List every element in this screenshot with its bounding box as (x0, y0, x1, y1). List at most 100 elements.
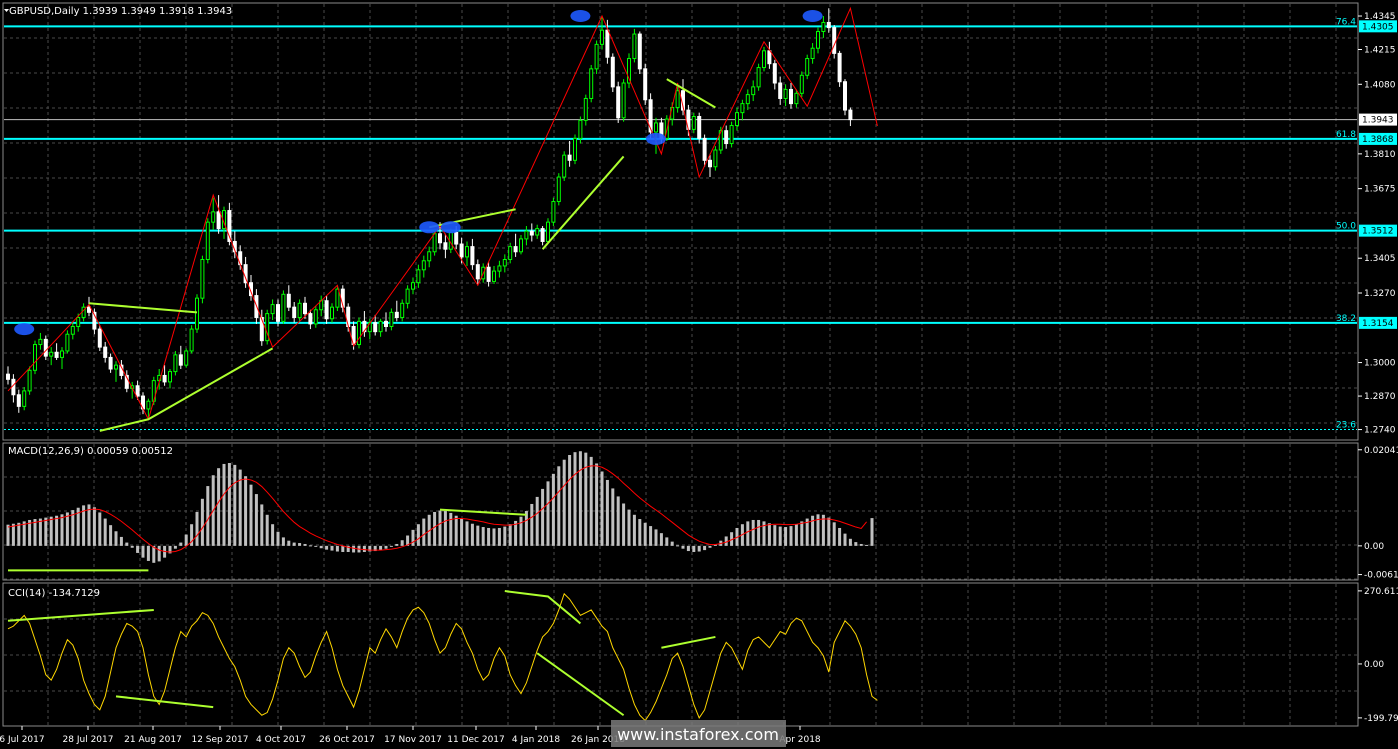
candle-body (616, 86, 621, 119)
candle-body (70, 325, 75, 335)
macd-bar (325, 545, 329, 550)
macd-bar (92, 507, 96, 546)
price-tick-label: 1.3810 (1364, 150, 1396, 160)
candle-body (486, 266, 491, 282)
candle-body (335, 288, 340, 308)
candle-body (281, 293, 286, 322)
macd-bar (686, 545, 690, 552)
level-marker (14, 323, 35, 336)
macd-bar (416, 524, 420, 546)
macd-bar (573, 452, 577, 546)
macd-bar (578, 451, 582, 546)
candle-body (11, 378, 16, 396)
candle-body (459, 243, 464, 258)
candle-body (637, 33, 642, 70)
time-tick-label: 28 Jul 2017 (63, 735, 114, 745)
candle-body (675, 90, 680, 108)
macd-bar (38, 518, 42, 546)
candle-body (702, 137, 707, 161)
candle-body (735, 112, 739, 127)
candle-body (38, 338, 43, 346)
cci-tick-label: 270.611 (1364, 587, 1398, 597)
macd-bar (368, 545, 372, 552)
macd-bar (384, 545, 388, 549)
macd-bar (152, 545, 156, 563)
candle-body (168, 371, 172, 383)
macd-bar (460, 518, 464, 546)
macd-bar (865, 544, 869, 546)
candle-body (195, 297, 199, 330)
macd-bar (487, 527, 491, 546)
candle-body (162, 374, 167, 383)
candle-body (724, 130, 729, 145)
candle-body (492, 270, 496, 282)
candle-body (756, 67, 761, 88)
candle-body (551, 201, 556, 223)
candle-body (76, 316, 81, 327)
macd-bar (848, 538, 852, 546)
candle-body (751, 86, 756, 96)
candle-body (573, 137, 577, 161)
macd-bar (503, 526, 507, 546)
macd-bar (524, 511, 528, 546)
macd-bar (562, 459, 566, 546)
candle-body (184, 350, 189, 366)
macd-bar (789, 526, 793, 546)
candle-body (643, 68, 648, 101)
macd-bar (832, 522, 836, 546)
candle-body (546, 221, 550, 242)
price-tick-label: 1.4215 (1364, 46, 1396, 56)
macd-bar (557, 466, 561, 546)
candle-body (519, 238, 523, 253)
macd-bar (141, 545, 145, 558)
price-badge-label: 1.3154 (1362, 319, 1394, 329)
candle-body (816, 30, 820, 49)
candle-body (848, 109, 853, 121)
macd-bar (411, 529, 415, 546)
fib-level-label: 38.2 (1336, 314, 1356, 324)
candle-body (821, 21, 826, 32)
macd-bar (470, 523, 474, 546)
macd-bar (530, 503, 534, 546)
macd-bar (395, 543, 399, 546)
candle-body (378, 320, 383, 333)
candle-body (567, 154, 572, 161)
candle-body (65, 333, 70, 352)
macd-bar (335, 545, 339, 552)
candle-body (411, 282, 415, 290)
price-badge-label: 1.3943 (1362, 116, 1394, 126)
macd-bar (314, 545, 318, 547)
macd-bar (622, 503, 626, 546)
candle-body (691, 116, 696, 130)
time-tick-label: 12 Sep 2017 (191, 735, 248, 745)
macd-bar (119, 536, 123, 546)
macd-bar (22, 521, 26, 546)
candle-body (772, 63, 777, 84)
macd-bar (271, 524, 275, 546)
macd-bar (400, 540, 404, 546)
macd-bar (746, 521, 750, 546)
macd-bar (605, 479, 609, 546)
cci-title: CCI(14) -134.7129 (8, 588, 100, 599)
macd-bar (217, 468, 221, 546)
macd-bar (6, 524, 10, 546)
candle-body (54, 351, 59, 358)
macd-bar (519, 516, 523, 546)
candle-body (713, 149, 718, 168)
price-tick-label: 1.2870 (1364, 392, 1396, 402)
macd-bar (508, 524, 512, 546)
macd-bar (292, 542, 296, 546)
candle-body (421, 260, 426, 271)
macd-bar (638, 519, 642, 546)
macd-bar (341, 545, 345, 552)
candle-body (22, 390, 27, 407)
macd-bar (654, 529, 658, 546)
price-badge-label: 1.4305 (1362, 22, 1394, 32)
candle-body (389, 311, 394, 327)
macd-bar (449, 512, 453, 546)
candle-body (470, 246, 475, 266)
macd-bar (330, 545, 334, 551)
level-marker (440, 221, 461, 234)
macd-bar (541, 488, 545, 546)
candle-body (216, 211, 221, 230)
